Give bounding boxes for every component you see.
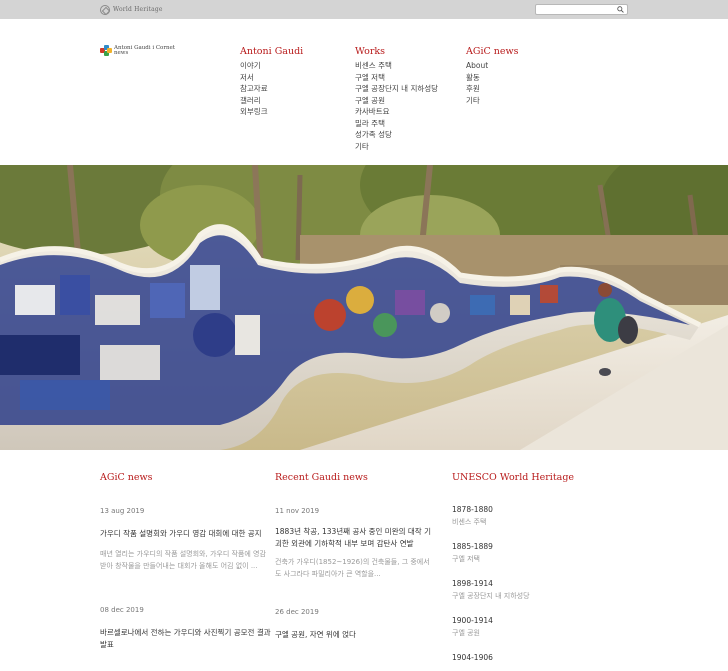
search-icon[interactable] [617, 6, 624, 13]
nav-item[interactable]: 기타 [355, 141, 438, 153]
heritage-entry[interactable]: 1904-1906 [452, 653, 612, 662]
heritage-year: 1898-1914 [452, 579, 493, 588]
heritage-entry[interactable]: 1900-1914 구엘 공원 [452, 616, 612, 638]
nav-item[interactable]: 성가족 성당 [355, 129, 438, 141]
heritage-year: 1885-1889 [452, 542, 493, 551]
nav-item[interactable]: 갤러리 [240, 95, 303, 107]
nav-item[interactable]: 비센스 주택 [355, 60, 438, 72]
nav-item[interactable]: About [466, 60, 519, 72]
nav-item[interactable]: 구엘 공원 [355, 95, 438, 107]
news-item[interactable]: 13 aug 2019 가우디 작품 설명회와 가우디 영감 대회에 대한 공지… [100, 507, 272, 572]
nav-item[interactable]: 밀라 주택 [355, 118, 438, 130]
agic-news-heading[interactable]: AGiC news [100, 472, 272, 483]
nav-item[interactable]: 구엘 공장단지 내 지하성당 [355, 83, 438, 95]
heritage-name: 구엘 공장단지 내 지하성당 [452, 592, 530, 600]
agic-news-column: AGiC news 13 aug 2019 가우디 작품 설명회와 가우디 영감… [100, 472, 272, 651]
news-date: 11 nov 2019 [275, 507, 320, 515]
heritage-entry[interactable]: 1898-1914 구엘 공장단지 내 지하성당 [452, 579, 612, 601]
heritage-year: 1904-1906 [452, 653, 493, 662]
heritage-name: 비센스 주택 [452, 518, 487, 526]
search-box [535, 4, 628, 15]
hero-image-park-guell [0, 165, 728, 450]
news-excerpt: 건축가 가우디(1852~1926)의 건축물들, 그 중에서도 사그라다 파밀… [275, 558, 430, 578]
logo-line-2: news [114, 50, 129, 56]
news-date: 08 dec 2019 [100, 606, 144, 614]
news-date: 13 aug 2019 [100, 507, 145, 515]
recent-gaudi-news-heading[interactable]: Recent Gaudi news [275, 472, 433, 483]
nav-title-works[interactable]: Works [355, 46, 438, 57]
news-headline[interactable]: 구엘 공원, 자연 위에 얹다 [275, 629, 433, 641]
nav-item[interactable]: 이야기 [240, 60, 303, 72]
nav-item[interactable]: 활동 [466, 72, 519, 84]
news-headline[interactable]: 1883년 착공, 133년째 공사 중인 미완의 대작 기괴한 외관에 기하학… [275, 526, 433, 550]
news-headline[interactable]: 가우디 작품 설명회와 가우디 영감 대회에 대한 공지 [100, 528, 272, 540]
recent-gaudi-news-column: Recent Gaudi news 11 nov 2019 1883년 착공, … [275, 472, 433, 641]
nav-item[interactable]: 참고자료 [240, 83, 303, 95]
nav-title-agic-news[interactable]: AGiC news [466, 46, 519, 57]
world-heritage-icon [100, 4, 110, 15]
heritage-year: 1900-1914 [452, 616, 493, 625]
news-item[interactable]: 26 dec 2019 구엘 공원, 자연 위에 얹다 [275, 608, 433, 641]
news-headline[interactable]: 바르셀로나에서 전하는 가우디와 사진찍기 공모전 결과발표 [100, 627, 272, 651]
news-item[interactable]: 08 dec 2019 바르셀로나에서 전하는 가우디와 사진찍기 공모전 결과… [100, 606, 272, 651]
unesco-world-heritage-heading[interactable]: UNESCO World Heritage [452, 472, 612, 483]
news-date: 26 dec 2019 [275, 608, 319, 616]
site-logo[interactable]: Antoni Gaudi i Cornet news [100, 45, 175, 57]
nav-item[interactable]: 외부링크 [240, 106, 303, 118]
news-item[interactable]: 11 nov 2019 1883년 착공, 133년째 공사 중인 미완의 대작… [275, 507, 433, 580]
world-heritage-link[interactable]: World Heritage [100, 4, 163, 15]
heritage-name: 구엘 저택 [452, 555, 480, 563]
nav-column-agic-news: AGiC news About 활동 후원 기타 [466, 46, 519, 106]
nav-item[interactable]: 구엘 저택 [355, 72, 438, 84]
heritage-year: 1878-1880 [452, 505, 493, 514]
unesco-world-heritage-column: UNESCO World Heritage 1878-1880 비센스 주택 1… [452, 472, 612, 662]
heritage-entry[interactable]: 1885-1889 구엘 저택 [452, 542, 612, 564]
nav-item[interactable]: 기타 [466, 95, 519, 107]
heritage-name: 구엘 공원 [452, 629, 480, 637]
top-bar: World Heritage [0, 0, 728, 19]
world-heritage-label: World Heritage [113, 6, 163, 13]
nav-column-works: Works 비센스 주택 구엘 저택 구엘 공장단지 내 지하성당 구엘 공원 … [355, 46, 438, 152]
search-input[interactable] [536, 6, 616, 15]
heritage-entry[interactable]: 1878-1880 비센스 주택 [452, 505, 612, 527]
news-excerpt: 매년 열리는 가우디의 작품 설명회와, 가우디 작품에 영감받아 창작물을 만… [100, 550, 266, 570]
nav-item[interactable]: 카사바트요 [355, 106, 438, 118]
nav-column-antoni-gaudi: Antoni Gaudi 이야기 저서 참고자료 갤러리 외부링크 [240, 46, 303, 118]
nav-item[interactable]: 후원 [466, 83, 519, 95]
nav-title-antoni-gaudi[interactable]: Antoni Gaudi [240, 46, 303, 57]
nav-item[interactable]: 저서 [240, 72, 303, 84]
agic-logo-icon [100, 45, 112, 57]
